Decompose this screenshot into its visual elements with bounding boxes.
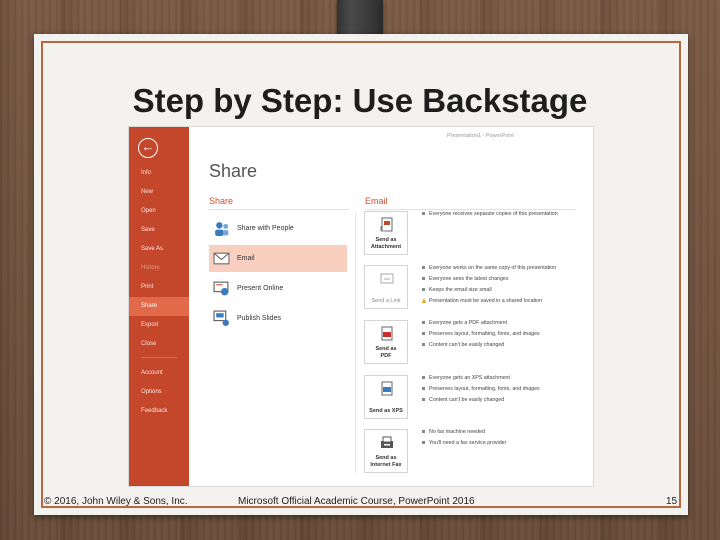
sidebar-item-history[interactable]: History (129, 259, 189, 278)
link-icon (379, 271, 395, 287)
email-action-bullet: Everyone gets a PDF attachment (422, 320, 507, 327)
bullet-text: Everyone gets an XPS attachment (429, 375, 510, 381)
slide-title: Step by Step: Use Backstage (132, 82, 588, 119)
backstage-sidebar: ← Info New Open Save Save As History Print Shar… (129, 127, 189, 486)
bullet-icon (422, 398, 425, 402)
email-action-send-as-internet-fax[interactable]: Send as Internet Fax (364, 429, 408, 473)
bullet-text: Everyone gets a PDF attachment (429, 320, 508, 326)
email-action-send-as-xps[interactable]: Send as XPS (364, 375, 408, 419)
warning-icon (422, 298, 426, 304)
bullet-icon (422, 277, 425, 281)
bullet-icon (422, 288, 425, 292)
bullet-icon (422, 441, 425, 445)
fax-icon (379, 435, 395, 451)
share-option-label: Publish Slides (237, 315, 281, 322)
publish-slides-icon (213, 310, 230, 327)
email-action-label-line1: Send as XPS (369, 407, 403, 414)
share-option-email[interactable]: Email (209, 245, 347, 272)
email-action-label: Send as PDF (365, 346, 407, 359)
bullet-text: Everyone works on the same copy of this … (429, 265, 557, 271)
email-action-label: Send as Attachment (365, 237, 407, 250)
sidebar-divider (141, 357, 177, 358)
email-action-label: Send as Internet Fax (365, 455, 407, 468)
page-heading: Share (209, 161, 258, 181)
email-action-send-as-pdf[interactable]: Send as PDF (364, 320, 408, 364)
sidebar-item-info[interactable]: Info (129, 164, 189, 183)
email-action-bullet: Everyone gets an XPS attachment (422, 375, 510, 382)
share-option-label: Present Online (237, 285, 284, 292)
bullet-text: No fax machine needed (429, 429, 485, 435)
sidebar-item-open[interactable]: Open (129, 202, 189, 221)
share-option-label: Email (237, 255, 255, 262)
sidebar-item-share[interactable]: Share (129, 297, 189, 316)
bullet-text: Preserves layout, formatting, fonts, and… (429, 331, 540, 337)
sidebar-item-feedback[interactable]: Feedback (129, 402, 189, 421)
email-action-bullet: Content can't be easily changed (422, 397, 504, 404)
email-action-send-as-attachment[interactable]: Send as Attachment (364, 211, 408, 255)
bullet-text: Everyone sees the latest changes (429, 276, 509, 282)
bullet-icon (422, 343, 425, 347)
sidebar-item-close[interactable]: Close (129, 335, 189, 354)
share-option-publish-slides[interactable]: Publish Slides (209, 305, 347, 332)
window-title: Presentation1 - PowerPoint (447, 133, 514, 139)
share-section-rule (209, 209, 349, 210)
email-action-bullet: Content can't be easily changed (422, 342, 504, 349)
bullet-icon (422, 212, 425, 216)
bullet-icon (422, 376, 425, 380)
column-divider (355, 213, 356, 473)
back-arrow-icon[interactable]: ← (138, 138, 158, 158)
share-option-present-online[interactable]: Present Online (209, 275, 347, 302)
email-action-send-a-link: Send a Link (364, 265, 408, 309)
email-action-label: Send as XPS (365, 408, 407, 415)
bullet-text: You'll need a fax service provider (429, 440, 507, 446)
footer-copyright: © 2016, John Wiley & Sons, Inc. (44, 496, 188, 507)
email-action-bullet: Everyone works on the same copy of this … (422, 265, 556, 272)
bullet-icon (422, 332, 425, 336)
email-action-label-line2: PDF (380, 352, 392, 359)
email-action-label: Send a Link (365, 298, 407, 305)
sidebar-item-account[interactable]: Account (129, 364, 189, 383)
email-action-label-line2: Internet Fax (370, 461, 402, 468)
sidebar-item-new[interactable]: New (129, 183, 189, 202)
sidebar-item-export[interactable]: Export (129, 316, 189, 335)
share-option-label: Share with People (237, 225, 294, 232)
email-action-bullet: You'll need a fax service provider (422, 440, 506, 447)
attachment-icon (379, 217, 395, 233)
bullet-text: Content can't be easily changed (429, 342, 505, 348)
backstage-screenshot: ← Info New Open Save Save As History Print Shar… (128, 126, 594, 487)
email-action-bullet: Preserves layout, formatting, fonts, and… (422, 331, 540, 338)
email-action-bullet: Presentation must be saved in a shared l… (422, 298, 542, 305)
email-action-label-line1: Send a Link (371, 297, 401, 304)
bullet-text: Preserves layout, formatting, fonts, and… (429, 386, 540, 392)
xps-icon (379, 381, 395, 397)
pdf-icon (379, 326, 395, 342)
sidebar-item-options[interactable]: Options (129, 383, 189, 402)
email-action-bullet: Everyone receives separate copies of thi… (422, 211, 558, 218)
bullet-icon (422, 430, 425, 434)
bullet-text: Everyone receives separate copies of thi… (429, 211, 558, 217)
sidebar-item-save[interactable]: Save (129, 221, 189, 240)
share-option-share-with-people[interactable]: Share with People (209, 215, 347, 242)
bullet-text: Keeps the email size small (429, 287, 492, 293)
email-icon (213, 250, 230, 267)
email-section-rule (365, 209, 575, 210)
footer-course: Microsoft Official Academic Course, Powe… (238, 496, 475, 507)
bullet-text: Presentation must be saved in a shared l… (429, 298, 543, 304)
share-people-icon (213, 220, 230, 237)
share-section-label: Share (209, 196, 234, 206)
email-action-bullet: Preserves layout, formatting, fonts, and… (422, 386, 540, 393)
present-online-icon (213, 280, 230, 297)
bullet-icon (422, 321, 425, 325)
email-action-label-line2: Attachment (370, 243, 402, 250)
bullet-icon (422, 266, 425, 270)
email-action-bullet: Keeps the email size small (422, 287, 492, 294)
sidebar-item-print[interactable]: Print (129, 278, 189, 297)
email-action-bullet: Everyone sees the latest changes (422, 276, 509, 283)
email-section-label: Email (365, 196, 388, 206)
bullet-text: Content can't be easily changed (429, 397, 505, 403)
page-number: 15 (666, 496, 678, 507)
email-action-bullet: No fax machine needed (422, 429, 485, 436)
sidebar-item-save-as[interactable]: Save As (129, 240, 189, 259)
bullet-icon (422, 387, 425, 391)
